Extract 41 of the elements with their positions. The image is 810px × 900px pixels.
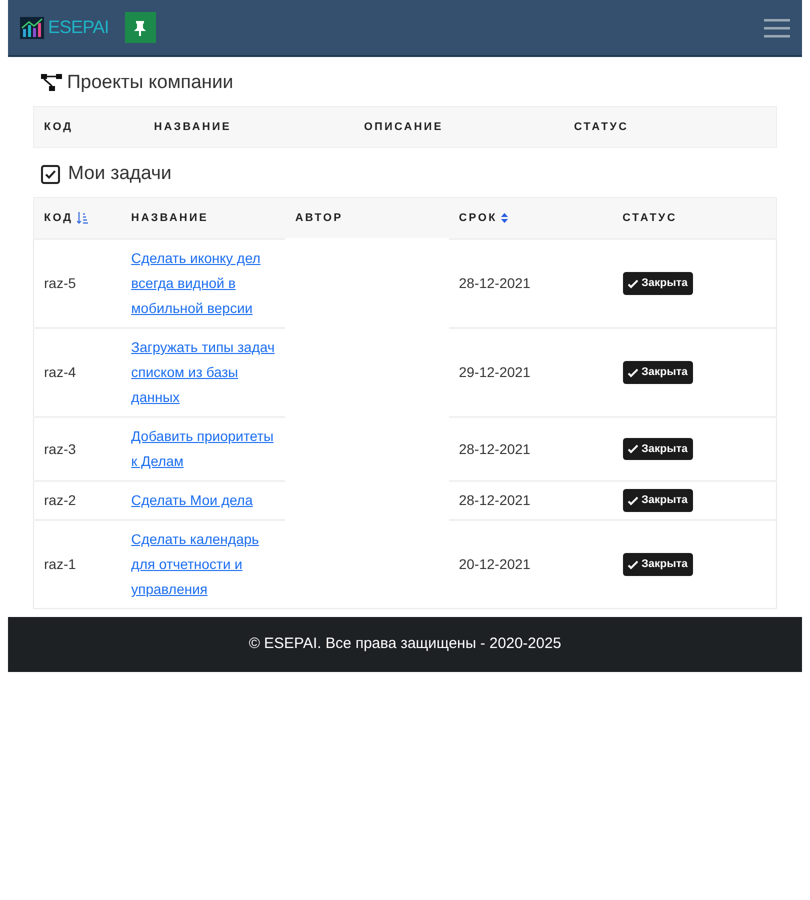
brand-name[interactable]: ESEPAI: [48, 14, 109, 41]
table-cell: 28-12-2021: [458, 440, 530, 456]
column-header: СТАТУС: [574, 120, 629, 132]
table-cell: 28-12-2021: [458, 492, 530, 508]
menu-button[interactable]: [764, 16, 790, 38]
table-cell: raz-2: [44, 492, 76, 508]
column-header: СТАТУС: [622, 210, 678, 226]
column-header: КОД: [44, 120, 73, 132]
status-badge: Закрыта: [622, 361, 693, 384]
logo-icon: [20, 16, 44, 38]
column-header: ОПИСАНИЕ: [364, 120, 444, 132]
table-cell: raz-1: [44, 556, 76, 572]
pin-icon: [133, 20, 148, 36]
column-header: СРОК: [458, 210, 498, 226]
column-header: АВТОР: [295, 210, 344, 226]
task-link[interactable]: Загружать типы задач списком из базы данных: [131, 335, 276, 410]
status-badge: Закрыта: [622, 272, 693, 295]
sort-icon[interactable]: [501, 212, 508, 223]
column-header: НАЗВАНИЕ: [154, 120, 232, 132]
section-title: Мои задачи: [68, 162, 172, 186]
column-header: КОД: [44, 210, 73, 226]
table-cell: 20-12-2021: [458, 556, 530, 572]
task-link[interactable]: Сделать Мои дела: [131, 488, 253, 513]
status-badge: Закрыта: [622, 553, 693, 576]
status-badge: Закрыта: [622, 489, 693, 512]
section-title: Проекты компании: [67, 71, 234, 95]
table-cell: raz-4: [44, 364, 76, 380]
table-cell: raz-3: [44, 440, 76, 456]
status-badge: Закрыта: [622, 438, 693, 460]
sort-ascending-icon[interactable]: [76, 212, 88, 224]
table-cell: 28-12-2021: [458, 275, 530, 291]
task-link[interactable]: Сделать иконку дел всегда видной в мобильной версии: [131, 246, 276, 321]
pin-button[interactable]: [124, 12, 156, 43]
checkbox-icon: [41, 164, 60, 184]
table-cell: raz-5: [44, 275, 76, 291]
table-cell: 29-12-2021: [458, 364, 530, 380]
footer-text: © ESEPAI. Все права защищены - 2020-2025: [248, 635, 562, 652]
task-link[interactable]: Сделать календарь для отчетности и управления: [131, 527, 276, 602]
task-link[interactable]: Добавить приоритеты к Делам: [131, 424, 276, 474]
column-header: НАЗВАНИЕ: [131, 210, 208, 226]
hierarchy-icon: [41, 73, 63, 94]
